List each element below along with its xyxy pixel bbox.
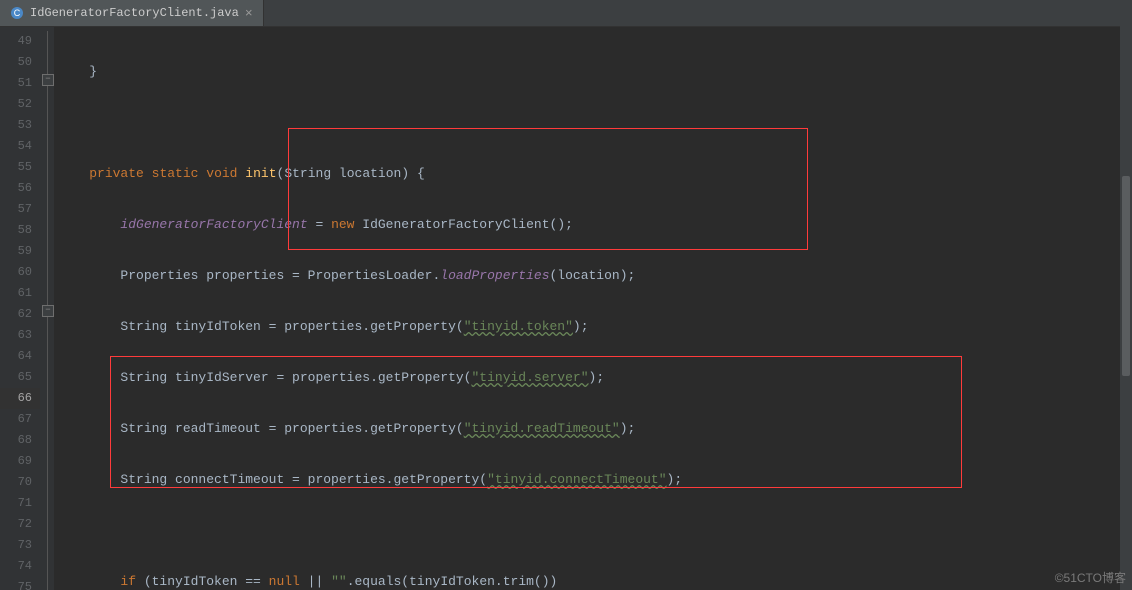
line-num-current: 66 — [0, 388, 40, 409]
line-num: 65 — [0, 367, 40, 388]
close-tab-icon[interactable]: × — [245, 6, 253, 21]
line-num: 53 — [0, 115, 40, 136]
line-num: 57 — [0, 199, 40, 220]
line-num: 61 — [0, 283, 40, 304]
line-num: 50 — [0, 52, 40, 73]
fold-toggle-icon[interactable]: − — [42, 305, 54, 317]
code-line: idGeneratorFactoryClient = new IdGenerat… — [54, 214, 1132, 235]
line-num: 54 — [0, 136, 40, 157]
code-editor[interactable]: 49 50 51 52 53 54 55 56 57 58 59 60 61 6… — [0, 27, 1132, 590]
fold-column: − − — [40, 27, 54, 590]
line-num: 67 — [0, 409, 40, 430]
line-num: 64 — [0, 346, 40, 367]
line-num: 55 — [0, 157, 40, 178]
code-line: String readTimeout = properties.getPrope… — [54, 418, 1132, 439]
code-line — [54, 112, 1132, 133]
line-number-gutter: 49 50 51 52 53 54 55 56 57 58 59 60 61 6… — [0, 27, 40, 590]
line-num: 56 — [0, 178, 40, 199]
line-num: 70 — [0, 472, 40, 493]
file-tab[interactable]: C IdGeneratorFactoryClient.java × — [0, 0, 264, 26]
watermark-text: ©51CTO博客 — [1055, 569, 1126, 586]
code-line: if (tinyIdToken == null || "".equals(tin… — [54, 571, 1132, 590]
line-num: 58 — [0, 220, 40, 241]
code-line: } — [54, 61, 1132, 82]
line-num: 51 — [0, 73, 40, 94]
line-num: 68 — [0, 430, 40, 451]
java-class-icon: C — [10, 6, 24, 20]
code-line: String tinyIdServer = properties.getProp… — [54, 367, 1132, 388]
line-num: 49 — [0, 31, 40, 52]
line-num: 71 — [0, 493, 40, 514]
line-num: 59 — [0, 241, 40, 262]
svg-text:C: C — [14, 8, 21, 18]
line-num: 60 — [0, 262, 40, 283]
line-num: 75 — [0, 577, 40, 590]
tab-bar: C IdGeneratorFactoryClient.java × — [0, 0, 1132, 27]
line-num: 73 — [0, 535, 40, 556]
line-num: 52 — [0, 94, 40, 115]
code-line: String tinyIdToken = properties.getPrope… — [54, 316, 1132, 337]
line-num: 72 — [0, 514, 40, 535]
code-line: Properties properties = PropertiesLoader… — [54, 265, 1132, 286]
line-num: 63 — [0, 325, 40, 346]
code-line: String connectTimeout = properties.getPr… — [54, 469, 1132, 490]
code-line: private static void init(String location… — [54, 163, 1132, 184]
line-num: 74 — [0, 556, 40, 577]
fold-toggle-icon[interactable]: − — [42, 74, 54, 86]
tab-filename: IdGeneratorFactoryClient.java — [30, 6, 239, 20]
vertical-scrollbar[interactable] — [1120, 26, 1132, 590]
code-area[interactable]: } private static void init(String locati… — [54, 27, 1132, 590]
scrollbar-thumb[interactable] — [1122, 176, 1130, 376]
line-num: 69 — [0, 451, 40, 472]
line-num: 62 — [0, 304, 40, 325]
code-line — [54, 520, 1132, 541]
